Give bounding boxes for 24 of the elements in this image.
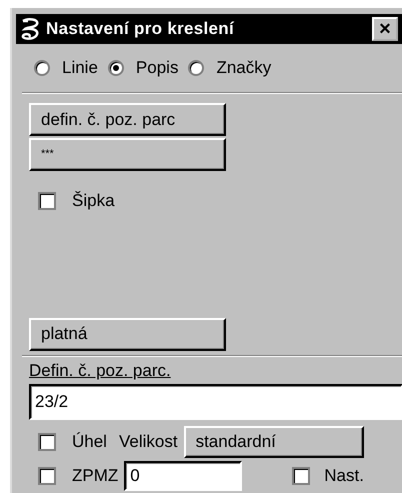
command-button[interactable]: *** bbox=[29, 138, 226, 171]
field-label: Defin. č. poz. parc. bbox=[29, 360, 172, 380]
command-button[interactable]: defin. č. poz. parc bbox=[29, 103, 226, 136]
checkbox-label[interactable]: Úhel bbox=[72, 428, 107, 454]
window-title: Nastavení pro kreslení bbox=[46, 18, 236, 40]
checkbox[interactable] bbox=[38, 432, 56, 450]
radio-label[interactable]: Značky bbox=[216, 55, 272, 81]
field-label: Velikost bbox=[118, 430, 178, 453]
checkbox-label[interactable]: ZPMZ bbox=[72, 462, 118, 488]
validity-button[interactable]: platná bbox=[29, 318, 226, 350]
zpmz-field[interactable]: 0 bbox=[124, 460, 242, 490]
radio-button[interactable] bbox=[108, 60, 124, 76]
radio-label[interactable]: Popis bbox=[136, 55, 178, 81]
checkbox[interactable] bbox=[38, 192, 56, 210]
size-dropdown[interactable]: standardní bbox=[184, 426, 364, 458]
radio-button[interactable] bbox=[188, 60, 204, 76]
close-button[interactable]: × bbox=[372, 17, 398, 41]
checkbox-label[interactable]: Nast. bbox=[324, 462, 364, 488]
checkbox[interactable] bbox=[292, 466, 310, 484]
checkbox[interactable] bbox=[38, 466, 56, 484]
radio-button[interactable] bbox=[34, 60, 50, 76]
checkbox-label[interactable]: Šipka bbox=[72, 188, 115, 214]
radio-label[interactable]: Linie bbox=[62, 55, 98, 81]
definition-field[interactable]: 23/2 bbox=[29, 384, 402, 420]
